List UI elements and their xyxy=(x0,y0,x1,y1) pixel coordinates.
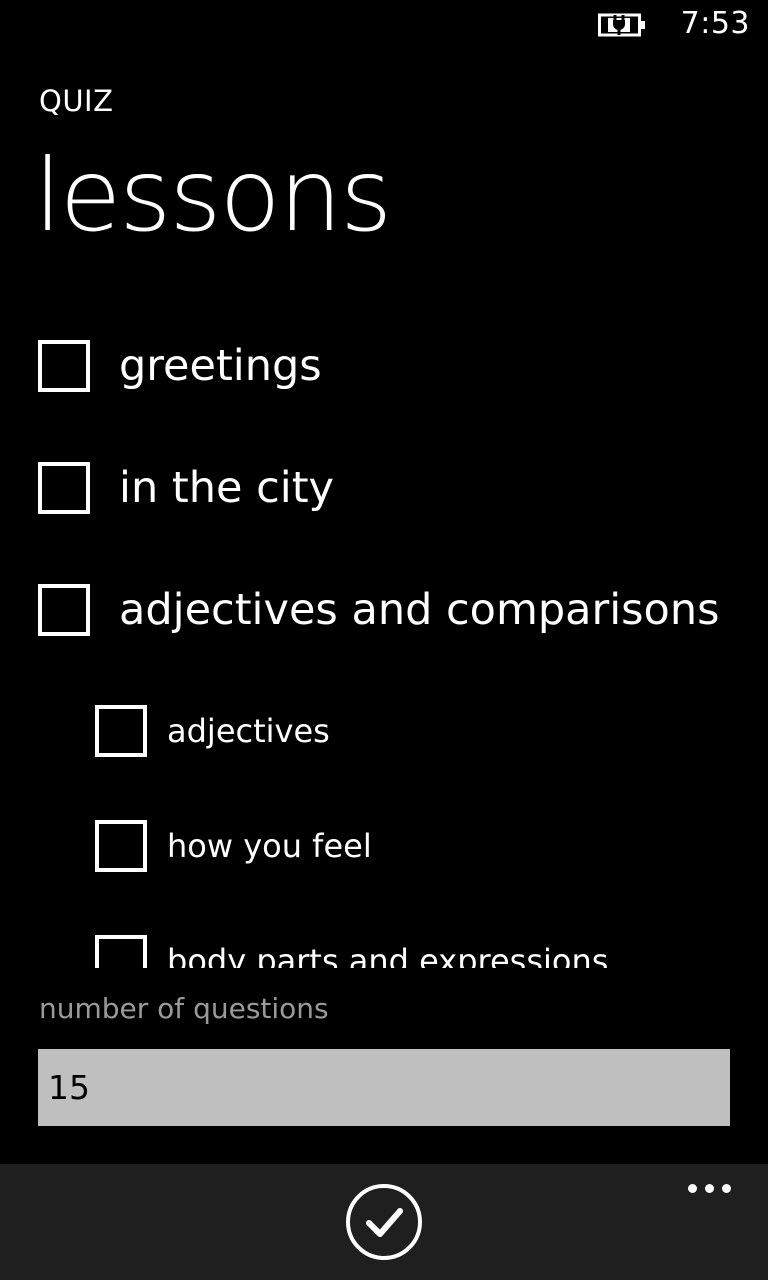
lesson-label: body parts and expressions xyxy=(167,942,609,968)
app-title: QUIZ xyxy=(39,84,114,118)
status-bar: 7:53 xyxy=(0,0,768,50)
lesson-checkbox[interactable] xyxy=(38,584,90,636)
lesson-checkbox[interactable] xyxy=(38,340,90,392)
lesson-item-adjectives[interactable]: adjectives xyxy=(0,705,768,757)
check-circle-icon[interactable] xyxy=(344,1182,424,1262)
questions-count-input[interactable] xyxy=(38,1049,730,1126)
lesson-item-how-you-feel[interactable]: how you feel xyxy=(0,820,768,872)
lesson-label: adjectives and comparisons xyxy=(119,585,720,635)
lesson-label: adjectives xyxy=(167,712,330,750)
lesson-checkbox[interactable] xyxy=(38,462,90,514)
lesson-item-in-the-city[interactable]: in the city xyxy=(0,462,768,514)
lesson-label: greetings xyxy=(119,341,322,391)
app-bar xyxy=(0,1164,768,1280)
ellipsis-icon[interactable] xyxy=(684,1174,736,1204)
page-title: lessons xyxy=(34,137,392,254)
lesson-item-adjectives-and-comparisons[interactable]: adjectives and comparisons xyxy=(0,584,768,636)
status-time: 7:53 xyxy=(680,6,750,41)
lesson-label: in the city xyxy=(119,463,334,513)
lesson-item-body-parts-and-expressions[interactable]: body parts and expressions xyxy=(0,935,768,968)
lesson-checkbox[interactable] xyxy=(95,935,147,968)
lesson-item-greetings[interactable]: greetings xyxy=(0,340,768,392)
lesson-checkbox[interactable] xyxy=(95,705,147,757)
battery-charging-icon xyxy=(598,13,645,37)
lesson-checkbox[interactable] xyxy=(95,820,147,872)
lesson-list[interactable]: greetings in the city adjectives and com… xyxy=(0,300,768,968)
questions-label: number of questions xyxy=(39,992,329,1025)
lesson-label: how you feel xyxy=(167,827,372,865)
